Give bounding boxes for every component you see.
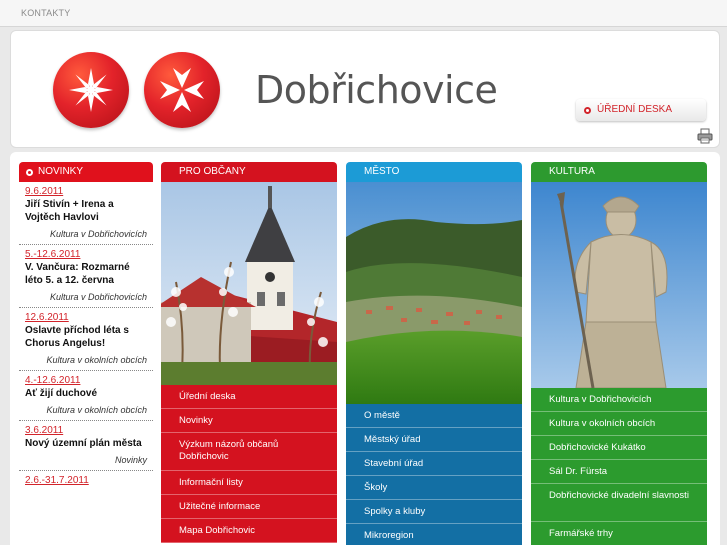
news-headline[interactable]: Oslavte příchod léta s Chorus Angelus!: [25, 324, 147, 350]
menu-item[interactable]: Kultura v Dobřichovicích: [531, 388, 707, 412]
column-header[interactable]: MĚSTO: [346, 162, 522, 182]
menu-item[interactable]: Školy: [346, 476, 522, 500]
official-board-label: ÚŘEDNÍ DESKA: [597, 104, 673, 115]
menu-item[interactable]: Úřední deska: [161, 385, 337, 409]
bullet-icon: [584, 107, 591, 114]
menu-item[interactable]: Mapa Dobřichovic: [161, 519, 337, 543]
column-title: PRO OBČANY: [179, 166, 246, 177]
news-item: 3.6.2011 Nový územní plán města Novinky: [19, 421, 153, 471]
column-culture: KULTURA Kultura v Dobřichovicích Kultura…: [531, 162, 707, 545]
menu-item[interactable]: Farmářské trhy: [531, 522, 707, 545]
news-headline[interactable]: Jiří Stivín + Irena a Vojtěch Havlovi: [25, 198, 147, 224]
town-landscape-photo: [346, 182, 522, 404]
main-content: NOVINKY 9.6.2011 Jiří Stivín + Irena a V…: [10, 152, 720, 545]
menu-item[interactable]: Výzkum názorů občanů Dobřichovic: [161, 433, 337, 471]
news-title: NOVINKY: [38, 166, 84, 177]
news-date[interactable]: 9.6.2011: [25, 186, 147, 198]
column-title: KULTURA: [549, 166, 595, 177]
news-date[interactable]: 3.6.2011: [25, 425, 147, 437]
menu-item[interactable]: Novinky: [161, 409, 337, 433]
town-emblem-cross-icon[interactable]: [144, 52, 220, 128]
news-headline[interactable]: Nový územní plán města: [25, 437, 147, 450]
news-category: Novinky: [114, 455, 147, 465]
menu-item[interactable]: O městě: [346, 404, 522, 428]
menu-item[interactable]: Kultura v okolních obcích: [531, 412, 707, 436]
menu-item[interactable]: Sál Dr. Fürsta: [531, 460, 707, 484]
town-name: Dobřichovice: [255, 68, 498, 112]
menu-item[interactable]: Užitečné informace: [161, 495, 337, 519]
column-town: MĚSTO O městě Městský úřad Stavební úřad…: [346, 162, 522, 545]
menu-item[interactable]: Informační listy: [161, 471, 337, 495]
contacts-link[interactable]: KONTAKTY: [21, 8, 70, 18]
news-category: Kultura v Dobřichovicích: [49, 292, 147, 302]
news-headline[interactable]: V. Vančura: Rozmarné léto 5. a 12. červn…: [25, 261, 147, 287]
official-board-button[interactable]: ÚŘEDNÍ DESKA: [576, 99, 706, 121]
news-category: Kultura v Dobřichovicích: [49, 229, 147, 239]
news-date[interactable]: 4.-12.6.2011: [25, 375, 147, 387]
menu-item[interactable]: Stavební úřad: [346, 452, 522, 476]
news-item: 12.6.2011 Oslavte příchod léta s Chorus …: [19, 308, 153, 371]
church-photo: [161, 182, 337, 385]
menu-item[interactable]: Městský úřad: [346, 428, 522, 452]
column-header[interactable]: PRO OBČANY: [161, 162, 337, 182]
column-title: MĚSTO: [364, 166, 400, 177]
column-header[interactable]: KULTURA: [531, 162, 707, 182]
news-item: 2.6.-31.7.2011: [19, 471, 153, 491]
news-date[interactable]: 5.-12.6.2011: [25, 249, 147, 261]
column-citizens: PRO OBČANY Úřední deska Novinky Výzkum n…: [161, 162, 337, 545]
news-item: 5.-12.6.2011 V. Vančura: Rozmarné léto 5…: [19, 245, 153, 308]
menu-item[interactable]: Spolky a kluby: [346, 500, 522, 524]
town-emblem-star-icon[interactable]: [53, 52, 129, 128]
bullet-icon: [26, 169, 33, 176]
news-headline[interactable]: Ať žijí duchové: [25, 387, 147, 400]
printer-icon[interactable]: [697, 128, 713, 144]
news-category: Kultura v okolních obcích: [46, 355, 147, 365]
top-bar: KONTAKTY: [0, 0, 727, 27]
menu-item[interactable]: Dobřichovické Kukátko: [531, 436, 707, 460]
news-item: 4.-12.6.2011 Ať žijí duchové Kultura v o…: [19, 371, 153, 421]
news-date[interactable]: 2.6.-31.7.2011: [25, 475, 147, 487]
news-category: Kultura v okolních obcích: [46, 405, 147, 415]
menu-item[interactable]: Dobřichovické divadelní slavnosti: [531, 484, 707, 522]
statue-photo: [531, 182, 707, 388]
menu-item[interactable]: Mikroregion: [346, 524, 522, 545]
news-panel: NOVINKY 9.6.2011 Jiří Stivín + Irena a V…: [19, 162, 153, 491]
news-date[interactable]: 12.6.2011: [25, 312, 147, 324]
header: Dobřichovice ÚŘEDNÍ DESKA: [10, 30, 720, 148]
news-item: 9.6.2011 Jiří Stivín + Irena a Vojtěch H…: [19, 182, 153, 245]
news-header: NOVINKY: [19, 162, 153, 182]
